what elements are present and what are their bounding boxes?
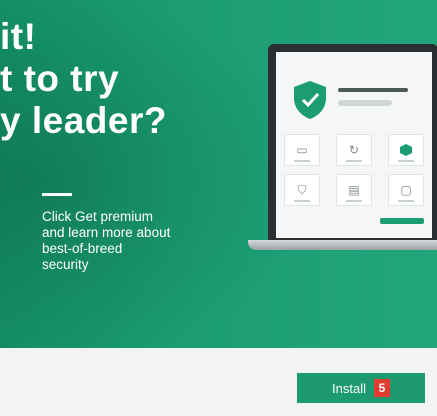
refresh-icon: ↻ bbox=[348, 143, 360, 157]
screen-tile: ↻ bbox=[336, 134, 372, 166]
headline: it! t to try y leader? bbox=[0, 16, 167, 142]
screen-text-line bbox=[338, 100, 392, 106]
screen-text-line bbox=[338, 88, 408, 92]
install-button[interactable]: Install 5 bbox=[297, 373, 425, 403]
countdown-badge: 5 bbox=[373, 379, 390, 397]
monitor-icon: ▭ bbox=[296, 143, 308, 157]
promo-description-line-2: and learn more about bbox=[42, 225, 171, 240]
divider bbox=[42, 193, 72, 196]
screen-tile: ▢ bbox=[388, 174, 424, 206]
device-icon: ▢ bbox=[400, 183, 412, 197]
laptop-illustration: ▭ ↻ ⛉ ▤ ▢ bbox=[248, 44, 437, 254]
screen-button-illustration bbox=[380, 218, 424, 224]
shield-small-icon: ⛉ bbox=[297, 182, 307, 197]
card-icon: ▤ bbox=[348, 183, 360, 197]
promo-description-line-3: best-of-breed bbox=[42, 241, 123, 256]
screen-tile: ⛉ bbox=[284, 174, 320, 206]
screen-tile: ▭ bbox=[284, 134, 320, 166]
promo-banner: it! t to try y leader? Click Get premium… bbox=[0, 0, 437, 348]
promo-description-line-4: security bbox=[42, 257, 89, 272]
shield-check-icon bbox=[294, 81, 326, 119]
laptop-screen: ▭ ↻ ⛉ ▤ ▢ bbox=[276, 52, 432, 238]
install-button-label: Install bbox=[332, 380, 366, 396]
headline-line-1: it! bbox=[0, 16, 37, 57]
screen-tile: ▤ bbox=[336, 174, 372, 206]
hexagon-icon bbox=[400, 144, 412, 156]
headline-line-2: t to try bbox=[0, 58, 120, 99]
promo-description-line-1: Click Get premium bbox=[42, 209, 154, 224]
headline-line-3: y leader? bbox=[0, 100, 167, 141]
screen-tile bbox=[388, 134, 424, 166]
promo-description: Click Get premium and learn more about b… bbox=[42, 209, 242, 273]
laptop-base bbox=[248, 240, 437, 250]
